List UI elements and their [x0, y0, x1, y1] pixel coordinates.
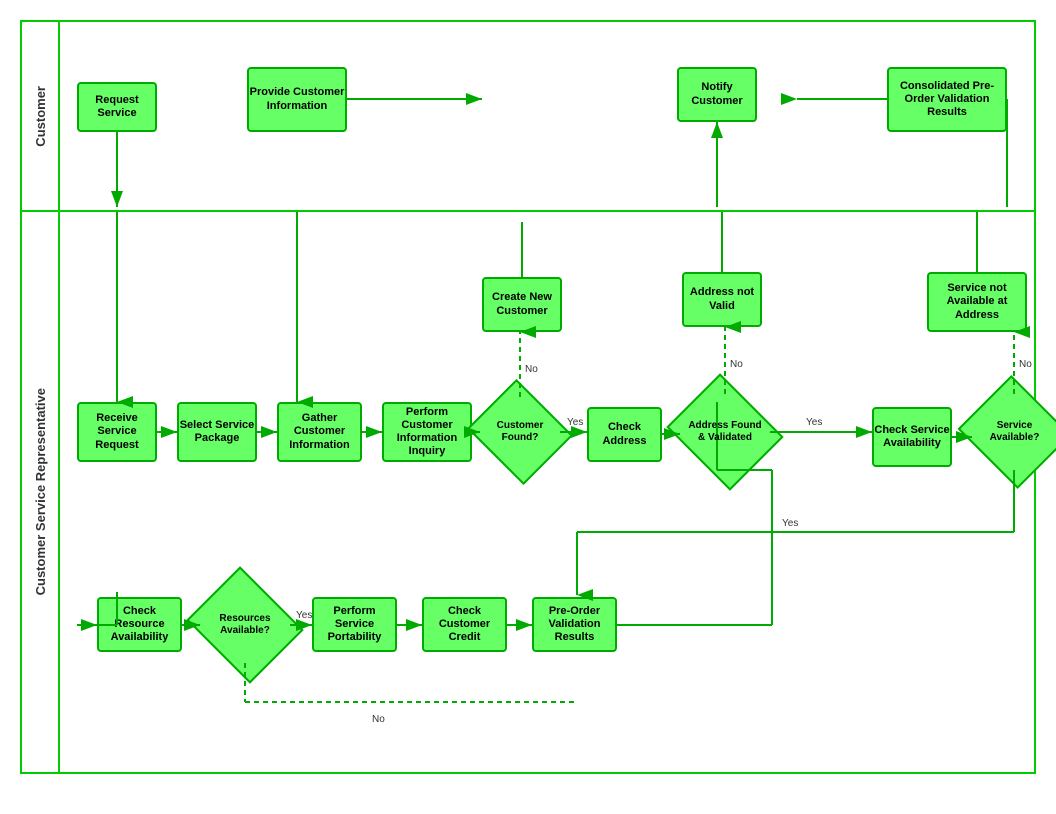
resources-available-diamond: Resources Available? [200, 587, 290, 663]
perform-inquiry-box: Perform Customer Information Inquiry [382, 402, 472, 462]
receive-service-request-box: Receive Service Request [77, 402, 157, 462]
address-not-valid-box: Address not Valid [682, 272, 762, 327]
consolidated-preorder-box: Consolidated Pre-Order Validation Result… [887, 67, 1007, 132]
customer-found-diamond: Customer Found? [480, 397, 560, 467]
customer-lane-label: Customer [22, 22, 60, 210]
svg-text:Yes: Yes [806, 417, 822, 428]
svg-text:No: No [1019, 359, 1032, 370]
notify-customer-box: Notify Customer [677, 67, 757, 122]
svg-text:No: No [372, 714, 385, 725]
service-not-available-box: Service not Available at Address [927, 272, 1027, 332]
customer-lane-arrows [22, 22, 1034, 210]
swim-lane-csr: Customer Service Representative Receive … [22, 212, 1034, 772]
select-service-package-box: Select Service Package [177, 402, 257, 462]
check-service-avail-box: Check Service Availability [872, 407, 952, 467]
svg-text:Yes: Yes [296, 610, 312, 621]
check-address-box: Check Address [587, 407, 662, 462]
svg-text:No: No [730, 359, 743, 370]
address-found-diamond: Address Found & Validated [680, 394, 770, 470]
create-new-customer-box: Create New Customer [482, 277, 562, 332]
svg-text:Yes: Yes [567, 417, 583, 428]
diagram-container: Customer Request Service Provide Custome… [20, 20, 1036, 774]
perform-portability-box: Perform Service Portability [312, 597, 397, 652]
provide-customer-info-box: Provide Customer Information [247, 67, 347, 132]
csr-lane-label: Customer Service Representative [22, 212, 60, 772]
svg-text:Yes: Yes [782, 518, 798, 529]
swim-lane-customer: Customer Request Service Provide Custome… [22, 22, 1034, 212]
service-available-diamond: Service Available? [972, 394, 1056, 470]
check-resource-avail-box: Check Resource Availability [97, 597, 182, 652]
preorder-validation-box: Pre-Order Validation Results [532, 597, 617, 652]
request-service-box: Request Service [77, 82, 157, 132]
gather-customer-info-box: Gather Customer Information [277, 402, 362, 462]
check-customer-credit-box: Check Customer Credit [422, 597, 507, 652]
svg-text:No: No [525, 364, 538, 375]
